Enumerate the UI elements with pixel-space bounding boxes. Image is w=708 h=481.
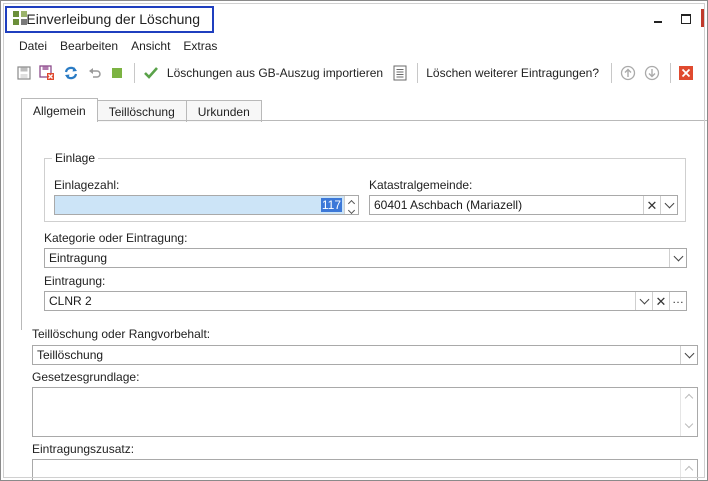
- teilloeschung-label: Teillöschung oder Rangvorbehalt:: [32, 327, 211, 341]
- chevron-down-icon[interactable]: [669, 249, 686, 267]
- kategorie-value: Eintragung: [49, 251, 108, 265]
- maximize-icon[interactable]: [679, 12, 693, 26]
- document-list-icon[interactable]: [393, 64, 407, 82]
- chevron-down-icon[interactable]: [635, 292, 652, 310]
- einlagezahl-input[interactable]: 117: [54, 195, 359, 215]
- tab-allgemein[interactable]: Allgemein: [21, 98, 98, 122]
- scroll-up-icon[interactable]: [684, 393, 694, 403]
- spin-down-icon[interactable]: [347, 206, 356, 214]
- window-controls: [651, 12, 703, 26]
- eintragung-value: CLNR 2: [49, 294, 92, 308]
- minimize-icon[interactable]: [651, 12, 665, 26]
- clear-icon[interactable]: ✕: [643, 196, 660, 214]
- close-icon[interactable]: [678, 64, 693, 82]
- tab-bar: Allgemein Teillöschung Urkunden: [21, 98, 262, 122]
- menu-datei[interactable]: Datei: [19, 39, 47, 53]
- menu-bearbeiten[interactable]: Bearbeiten: [60, 39, 118, 53]
- title-bar: Einverleibung der Löschung: [5, 5, 703, 33]
- tab-urkunden[interactable]: Urkunden: [185, 100, 262, 122]
- kategorie-combo[interactable]: Eintragung: [44, 248, 687, 268]
- window-title: Einverleibung der Löschung: [26, 11, 200, 27]
- clear-icon[interactable]: ✕: [652, 292, 669, 310]
- chevron-down-icon[interactable]: [660, 196, 677, 214]
- check-icon[interactable]: [143, 64, 159, 82]
- undo-icon[interactable]: [87, 64, 101, 82]
- main-window: Einverleibung der Löschung Datei Bearbei…: [0, 0, 708, 481]
- menu-bar: Datei Bearbeiten Ansicht Extras: [19, 39, 230, 53]
- eintragung-combo[interactable]: CLNR 2 ✕ …: [44, 291, 687, 311]
- einlage-group-title: Einlage: [52, 151, 99, 165]
- einlagezahl-value: 117: [320, 198, 342, 212]
- toolbar-separator: [417, 63, 419, 83]
- einlagezahl-spinner[interactable]: [344, 196, 358, 214]
- menu-ansicht[interactable]: Ansicht: [131, 39, 170, 53]
- scrollbar[interactable]: [680, 388, 697, 436]
- stop-icon[interactable]: [110, 64, 124, 82]
- refresh-icon[interactable]: [63, 64, 79, 82]
- more-options-icon[interactable]: …: [669, 292, 686, 310]
- menu-extras[interactable]: Extras: [183, 39, 217, 53]
- katastralgemeinde-combo[interactable]: 60401 Aschbach (Mariazell) ✕: [369, 195, 678, 215]
- gesetzesgrundlage-textarea[interactable]: [32, 387, 698, 437]
- gesetzesgrundlage-label: Gesetzesgrundlage:: [32, 370, 140, 384]
- scroll-up-icon[interactable]: [684, 465, 694, 475]
- einlagezahl-label: Einlagezahl:: [54, 178, 120, 192]
- teilloeschung-value: Teillöschung: [37, 348, 104, 362]
- eintragungszusatz-label: Eintragungszusatz:: [32, 442, 135, 456]
- title-box: Einverleibung der Löschung: [5, 5, 214, 33]
- eintragung-label: Eintragung:: [44, 274, 106, 288]
- scrollbar[interactable]: [680, 460, 697, 480]
- save-icon[interactable]: [17, 64, 31, 82]
- app-icon: [13, 11, 27, 27]
- eintragungszusatz-textarea[interactable]: [32, 459, 698, 480]
- chevron-down-icon[interactable]: [680, 346, 697, 364]
- teilloeschung-combo[interactable]: Teillöschung: [32, 345, 698, 365]
- toolbar-separator: [669, 63, 671, 83]
- katastralgemeinde-label: Katastralgemeinde:: [369, 178, 473, 192]
- scroll-down-icon[interactable]: [684, 419, 694, 429]
- katastralgemeinde-value: 60401 Aschbach (Mariazell): [374, 198, 523, 212]
- tab-teilloeschung[interactable]: Teillöschung: [96, 100, 187, 122]
- arrow-up-icon[interactable]: [620, 64, 636, 82]
- delete-more-button[interactable]: Löschen weiterer Eintragungen?: [426, 66, 599, 80]
- toolbar-separator: [611, 63, 612, 83]
- close-edge-icon[interactable]: [701, 9, 705, 27]
- arrow-down-icon[interactable]: [644, 64, 660, 82]
- spin-up-icon[interactable]: [347, 199, 356, 207]
- kategorie-label: Kategorie oder Eintragung:: [44, 231, 188, 245]
- import-button[interactable]: Löschungen aus GB-Auszug importieren: [167, 66, 383, 80]
- toolbar: Löschungen aus GB-Auszug importieren Lös…: [17, 61, 701, 85]
- toolbar-separator: [134, 63, 135, 83]
- save-close-icon[interactable]: [39, 64, 55, 82]
